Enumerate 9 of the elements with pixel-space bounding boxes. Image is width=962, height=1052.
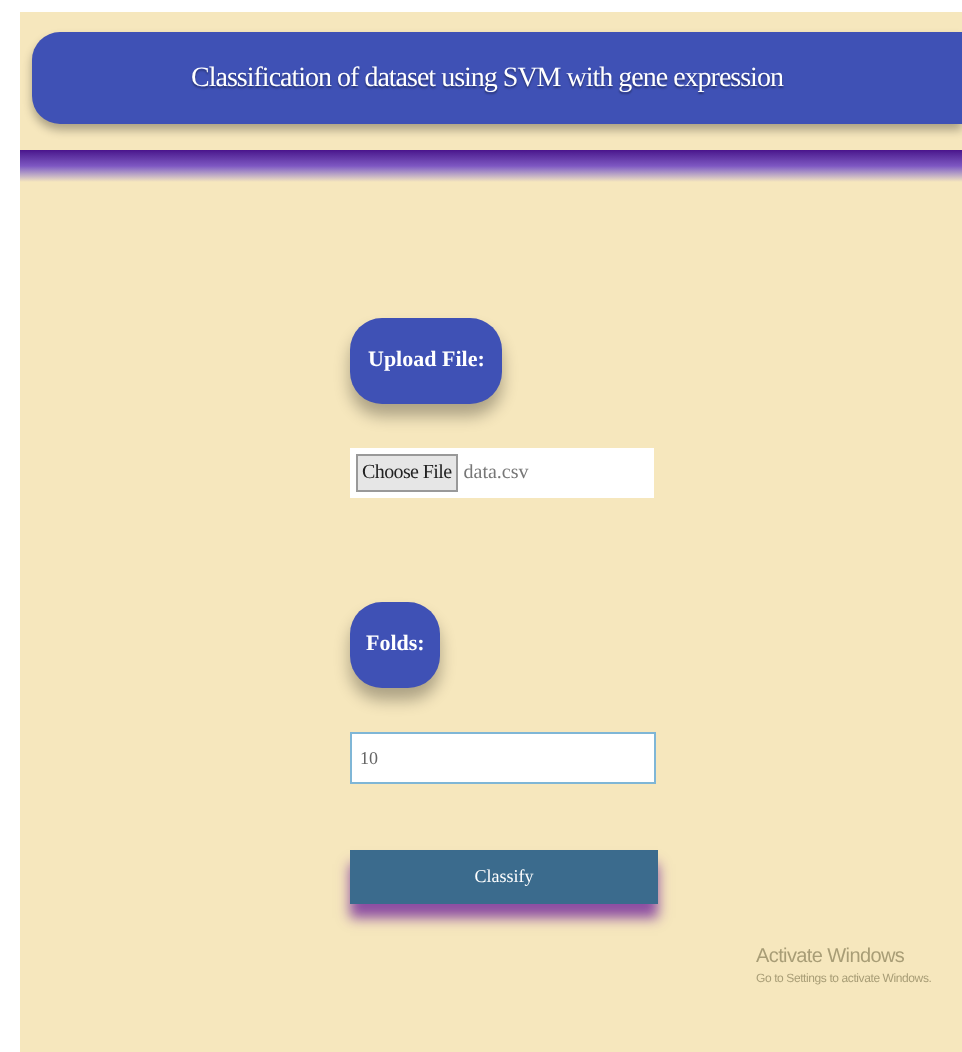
page-title: Classification of dataset using SVM with gene expression	[191, 61, 783, 97]
file-name: data.csv	[463, 460, 529, 488]
choose-file-button[interactable]: Choose File	[356, 454, 458, 492]
classify-button[interactable]: Classify	[350, 850, 658, 904]
activation-notice-title: Activate Windows	[756, 944, 907, 972]
folds-input[interactable]: 10	[350, 732, 656, 784]
field-label: Upload File:	[350, 318, 503, 404]
field-label: Folds:	[350, 602, 441, 688]
file-input[interactable]: Choose File data.csv	[350, 448, 654, 498]
